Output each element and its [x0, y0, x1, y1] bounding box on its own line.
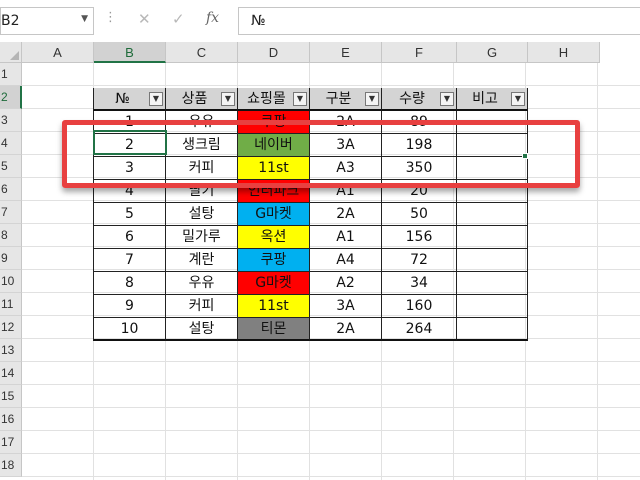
table-cell-qty[interactable]: 72 — [382, 249, 457, 272]
table-cell-no[interactable]: 7 — [93, 249, 166, 272]
table-cell-product[interactable]: 설탕 — [166, 203, 238, 226]
table-cell-qty[interactable]: 264 — [382, 318, 457, 341]
header-label: 비고 — [472, 91, 498, 107]
row-header-11[interactable]: 11 — [0, 293, 22, 316]
name-box-value: B2 — [1, 13, 20, 29]
table-cell-no[interactable]: 9 — [93, 295, 166, 318]
enter-icon[interactable]: ✓ — [172, 10, 185, 28]
table-cell-no[interactable]: 8 — [93, 272, 166, 295]
row-header-1[interactable]: 1 — [0, 63, 22, 86]
table-cell-product[interactable]: 커피 — [166, 295, 238, 318]
formula-bar: B2 ▼ ⋮ ✕ ✓ fx № — [0, 0, 640, 42]
column-header-e[interactable]: E — [310, 42, 382, 63]
header-label: 구분 — [325, 91, 352, 107]
header-label: № — [115, 91, 130, 107]
table-cell-mall[interactable]: G마켓 — [238, 203, 310, 226]
table-cell-mall[interactable]: G마켓 — [238, 272, 310, 295]
row-header-12[interactable]: 12 — [0, 316, 22, 339]
table-cell-note[interactable] — [457, 318, 528, 341]
column-header-f[interactable]: F — [382, 42, 457, 63]
column-header-a[interactable]: A — [22, 42, 94, 63]
table-cell-category[interactable]: 3A — [310, 295, 382, 318]
table-cell-product[interactable]: 밀가루 — [166, 226, 238, 249]
row-header-9[interactable]: 9 — [0, 247, 22, 270]
column-header-d[interactable]: D — [238, 42, 310, 63]
filter-dropdown-icon[interactable]: ▼ — [440, 92, 454, 106]
table-cell-category[interactable]: 2A — [310, 203, 382, 226]
table-cell-no[interactable]: 5 — [93, 203, 166, 226]
table-cell-product[interactable]: 계란 — [166, 249, 238, 272]
select-all-button[interactable] — [0, 42, 22, 63]
row-header-17[interactable]: 17 — [0, 431, 22, 454]
filter-dropdown-icon[interactable]: ▼ — [365, 92, 379, 106]
table-header-cell[interactable]: 비고 ▼ — [457, 88, 528, 111]
worksheet: ABCDEFGH 1 2 3 4 5 6 7 8 9 10 11 12 13 14 15 16 17 18 № ▼ 상… — [0, 42, 640, 480]
table-header-cell[interactable]: 구분 ▼ — [310, 88, 382, 111]
row-header-16[interactable]: 16 — [0, 408, 22, 431]
table-cell-qty[interactable]: 34 — [382, 272, 457, 295]
row-header-13[interactable]: 13 — [0, 339, 22, 362]
table-cell-category[interactable]: 2A — [310, 318, 382, 341]
header-label: 상품 — [181, 91, 208, 107]
table-cell-no[interactable]: 10 — [93, 318, 166, 341]
row-header-3[interactable]: 3 — [0, 109, 22, 132]
formula-input[interactable]: № — [238, 7, 640, 35]
column-header-c[interactable]: C — [166, 42, 238, 63]
row-header-6[interactable]: 6 — [0, 178, 22, 201]
filter-dropdown-icon[interactable]: ▼ — [149, 92, 163, 106]
table-header-cell[interactable]: 쇼핑몰 ▼ — [238, 88, 310, 111]
table-cell-product[interactable]: 설탕 — [166, 318, 238, 341]
table-cell-product[interactable]: 우유 — [166, 272, 238, 295]
table-cell-note[interactable] — [457, 226, 528, 249]
chevron-down-icon[interactable]: ▼ — [81, 14, 88, 24]
table-cell-note[interactable] — [457, 249, 528, 272]
name-box[interactable]: B2 ▼ — [0, 7, 94, 35]
more-icon[interactable]: ⋮ — [104, 10, 117, 25]
table-header-cell[interactable]: 상품 ▼ — [166, 88, 238, 111]
insert-function-icon[interactable]: fx — [206, 10, 219, 26]
table-cell-mall[interactable]: 옥션 — [238, 226, 310, 249]
table-cell-no[interactable]: 6 — [93, 226, 166, 249]
row-header-10[interactable]: 10 — [0, 270, 22, 293]
table-header-cell[interactable]: 수량 ▼ — [382, 88, 457, 111]
table-cell-category[interactable]: A2 — [310, 272, 382, 295]
header-label: 쇼핑몰 — [247, 91, 286, 107]
row-header-7[interactable]: 7 — [0, 201, 22, 224]
table-cell-category[interactable]: A1 — [310, 226, 382, 249]
table-cell-mall[interactable]: 쿠팡 — [238, 249, 310, 272]
row-header-14[interactable]: 14 — [0, 362, 22, 385]
row-header-5[interactable]: 5 — [0, 155, 22, 178]
header-label: 수량 — [399, 91, 425, 107]
table-cell-mall[interactable]: 11st — [238, 295, 310, 318]
table-cell-mall[interactable]: 티몬 — [238, 318, 310, 341]
formula-value: № — [251, 13, 266, 29]
table-cell-note[interactable] — [457, 295, 528, 318]
table-cell-qty[interactable]: 156 — [382, 226, 457, 249]
table-cell-category[interactable]: A4 — [310, 249, 382, 272]
row-header-4[interactable]: 4 — [0, 132, 22, 155]
table-cell-qty[interactable]: 50 — [382, 203, 457, 226]
highlight-rectangle — [62, 120, 580, 188]
row-header-15[interactable]: 15 — [0, 385, 22, 408]
table-cell-note[interactable] — [457, 272, 528, 295]
column-header-b[interactable]: B — [94, 42, 166, 63]
filter-dropdown-icon[interactable]: ▼ — [293, 92, 307, 106]
cancel-icon[interactable]: ✕ — [138, 10, 151, 28]
filter-dropdown-icon[interactable]: ▼ — [221, 92, 235, 106]
table-header-cell[interactable]: № ▼ — [93, 88, 166, 111]
table-cell-qty[interactable]: 160 — [382, 295, 457, 318]
table-cell-note[interactable] — [457, 203, 528, 226]
column-header-g[interactable]: G — [457, 42, 528, 63]
row-header-2[interactable]: 2 — [0, 86, 22, 109]
filter-dropdown-icon[interactable]: ▼ — [511, 92, 525, 106]
row-header-18[interactable]: 18 — [0, 454, 22, 477]
row-header-8[interactable]: 8 — [0, 224, 22, 247]
column-header-h[interactable]: H — [528, 42, 600, 63]
